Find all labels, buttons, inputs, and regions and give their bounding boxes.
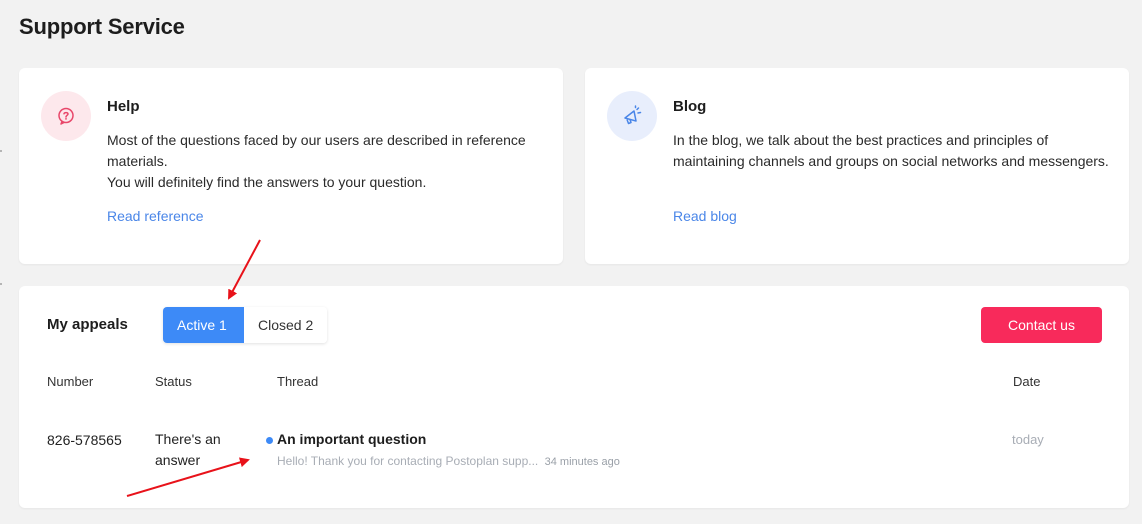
read-blog-link[interactable]: Read blog	[673, 208, 737, 224]
tab-closed[interactable]: Closed 2	[244, 307, 328, 343]
thread-title[interactable]: An important question	[277, 431, 426, 447]
column-header-thread: Thread	[277, 374, 319, 389]
blog-card: Blog In the blog, we talk about the best…	[585, 68, 1129, 264]
megaphone-icon	[607, 91, 657, 141]
column-header-number: Number	[47, 374, 94, 389]
help-text-line: Most of the questions faced by our users…	[107, 132, 526, 169]
blog-title: Blog	[673, 98, 707, 115]
page-title: Support Service	[19, 14, 185, 39]
appeals-title: My appeals	[47, 316, 128, 333]
blog-description: In the blog, we talk about the best prac…	[673, 132, 1109, 169]
help-card: Help Most of the questions faced by our …	[19, 68, 563, 264]
thread-preview-text: Hello! Thank you for contacting Postopla…	[277, 454, 539, 468]
thread-time: 34 minutes ago	[544, 456, 620, 468]
edge-mark	[0, 150, 2, 152]
unread-dot-icon	[266, 437, 273, 444]
column-header-date: Date	[1013, 374, 1041, 389]
help-text-line: You will definitely find the answers to …	[107, 174, 427, 190]
help-title: Help	[107, 98, 140, 115]
read-reference-link[interactable]: Read reference	[107, 208, 204, 224]
thread-preview: Hello! Thank you for contacting Postopla…	[277, 454, 620, 468]
appeal-status: There's an answer	[155, 431, 221, 468]
appeals-card: My appeals Active 1 Closed 2 Contact us …	[19, 286, 1129, 508]
appeal-date: today	[1012, 432, 1044, 447]
question-bubble-icon	[41, 91, 91, 141]
edge-mark	[0, 283, 2, 285]
tab-active[interactable]: Active 1	[163, 307, 244, 343]
column-header-status: Status	[155, 374, 192, 389]
appeal-number: 826-578565	[47, 432, 122, 448]
appeals-tabs: Active 1 Closed 2	[163, 307, 328, 343]
contact-us-button[interactable]: Contact us	[981, 307, 1102, 343]
help-description: Most of the questions faced by our users…	[107, 130, 547, 193]
